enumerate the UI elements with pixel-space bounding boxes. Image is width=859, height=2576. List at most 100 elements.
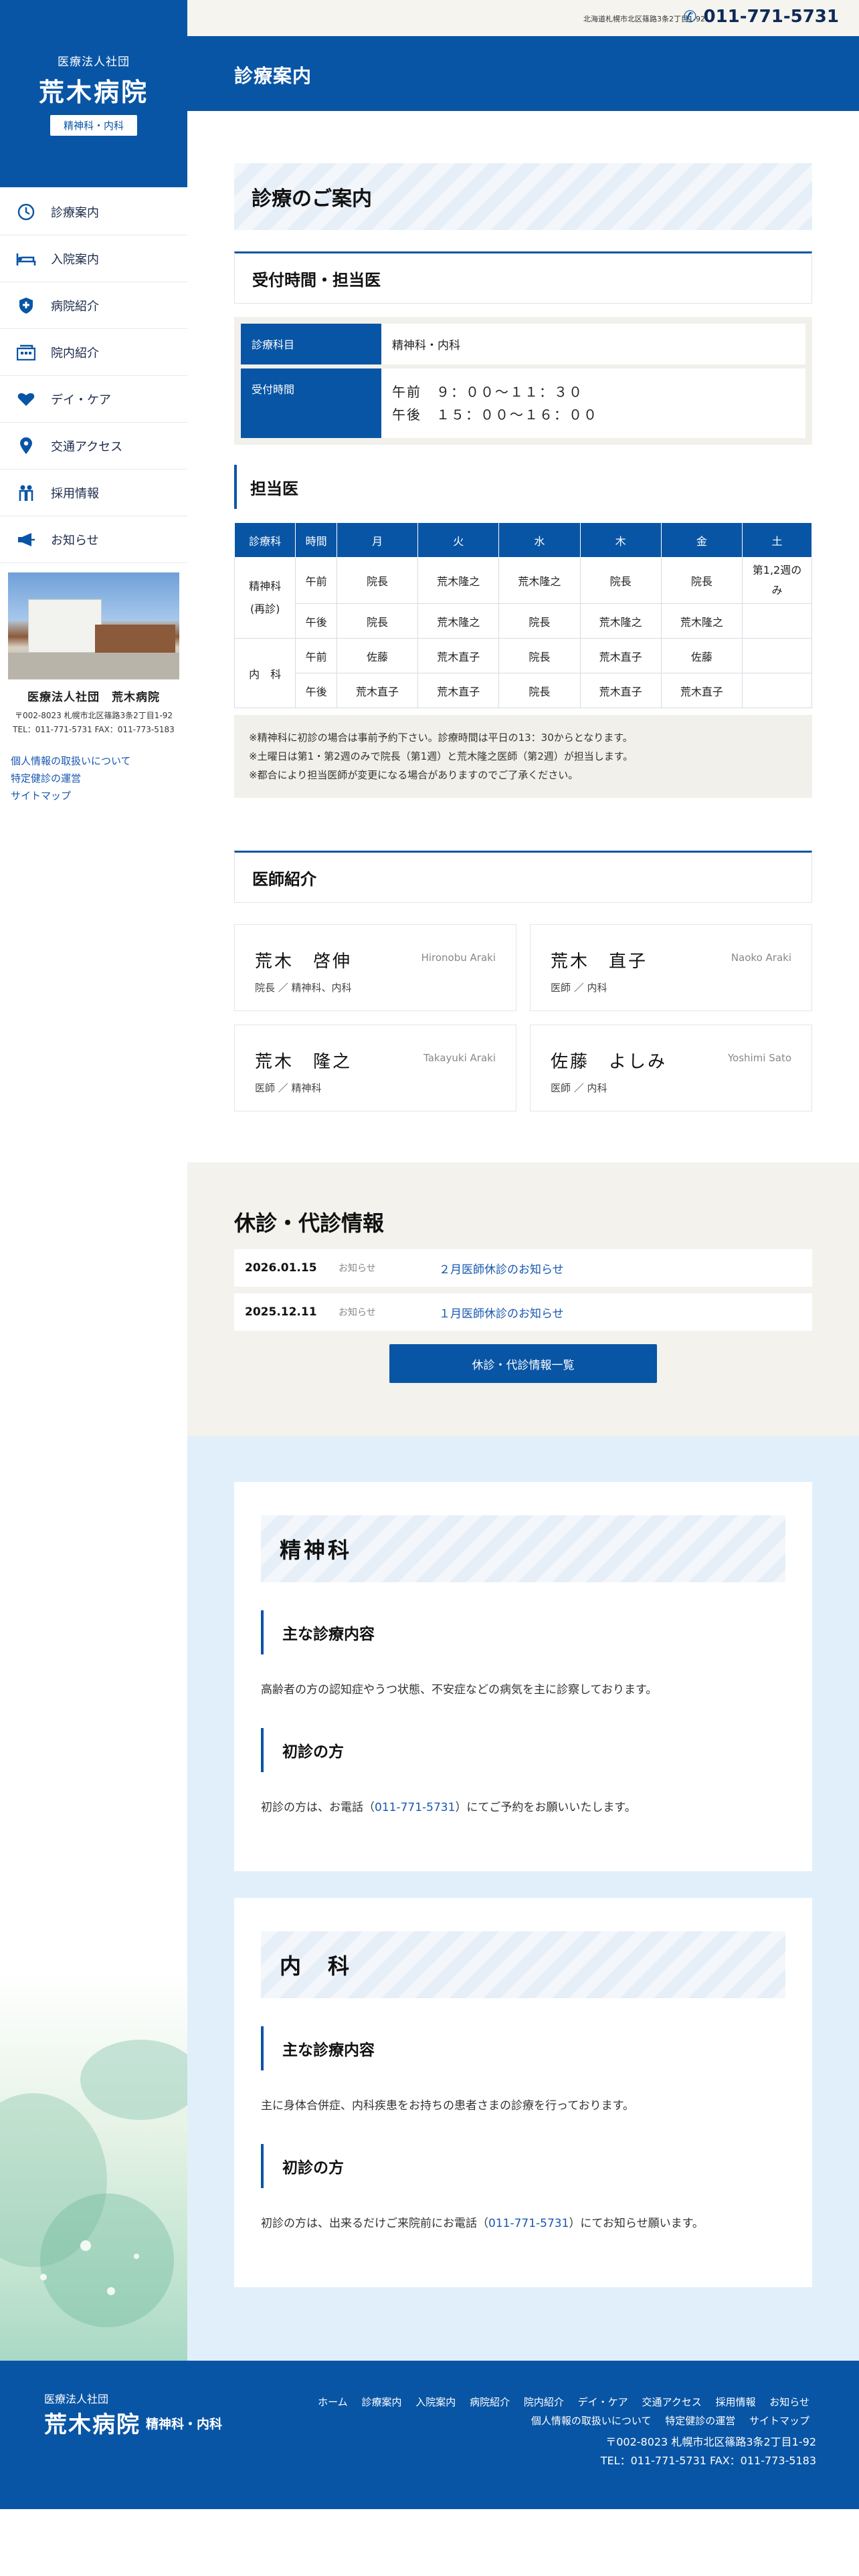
table-header-row: 診療科 時間 月 火 水 木 金 土 <box>233 522 812 558</box>
sidebar-item-news[interactable]: お知らせ <box>0 516 187 563</box>
table-row: 午後 院長 荒木隆之 院長 荒木隆之 荒木隆之 <box>235 603 812 639</box>
doctor-cell: 佐藤 <box>660 638 743 673</box>
logo-org: 医療法人社団 <box>58 56 130 69</box>
header-phone[interactable]: ✆ 011-771-5731 <box>683 7 839 27</box>
photo-building <box>28 599 102 653</box>
news-link[interactable]: ２月医師休診のお知らせ <box>439 1260 564 1277</box>
footer-link[interactable]: 採用情報 <box>716 2396 756 2408</box>
doctor-cell: 荒木直子 <box>336 673 419 708</box>
sidebar-item-label: 院内紹介 <box>51 346 99 360</box>
sidebar-item-label: 採用情報 <box>51 486 99 501</box>
sidebar-nav: 診療案内 入院案内 病院紹介 院内紹介 デイ・ケア 交通アクセス 採用情報 お知… <box>0 189 187 563</box>
text-part: 初診の方は、出来るだけご来院前にお電話（ <box>261 2217 488 2230</box>
footer-link[interactable]: 交通アクセス <box>642 2396 701 2408</box>
sidebar-address: 医療法人社団 荒木病院 〒002-8023 札幌市北区篠路3条2丁目1-92 T… <box>0 687 187 735</box>
footer-link[interactable]: 入院案内 <box>415 2396 456 2408</box>
sidebar-item-recruit[interactable]: 採用情報 <box>0 469 187 516</box>
logo-name: 荒木病院 <box>38 78 149 107</box>
footer-link[interactable]: ホーム <box>318 2396 348 2408</box>
footer-link[interactable]: サイトマップ <box>749 2415 809 2427</box>
sidebar-item-facility[interactable]: 院内紹介 <box>0 329 187 376</box>
hospital-photo <box>8 572 179 679</box>
sidebar-item-nyuin[interactable]: 入院案内 <box>0 235 187 282</box>
dept-subheading: 初診の方 <box>261 2144 785 2188</box>
news-link[interactable]: １月医師休診のお知らせ <box>439 1304 564 1321</box>
light-dot <box>134 2254 139 2259</box>
col-header: 土 <box>742 522 812 558</box>
doctor-cell: 荒木隆之 <box>417 557 500 604</box>
site-logo[interactable]: 医療法人社団 荒木病院 精神科・内科 <box>0 0 187 187</box>
tel-link[interactable]: 011-771-5731 <box>375 1801 455 1814</box>
photo-building-annex <box>95 625 175 653</box>
sidebar-item-label: 診療案内 <box>51 205 99 220</box>
footer-link[interactable]: 院内紹介 <box>524 2396 564 2408</box>
info-label: 受付時間 <box>241 368 381 438</box>
dept-card-psychiatry: 精神科 主な診療内容 高齢者の方の認知症やうつ状態、不安症などの病気を主に診察し… <box>234 1482 812 1871</box>
dept-card-internal: 内 科 主な診療内容 主に身体合併症、内科疾患をお持ちの患者さまの診療を行ってお… <box>234 1898 812 2287</box>
doctors-section: 医師紹介 荒木 啓伸 Hironobu Araki 院長 ／ 精神科、内科 荒木… <box>234 851 812 1111</box>
footer-link[interactable]: 診療案内 <box>361 2396 401 2408</box>
tel-link[interactable]: 011-771-5731 <box>488 2217 569 2230</box>
info-value: 午前 ９：００〜１１：３０ 午後 １５：００〜１６：００ <box>381 368 805 438</box>
doctor-cell <box>742 673 812 708</box>
dept-description: 高齢者の方の認知症やうつ状態、不安症などの病気を主に診察しております。 <box>261 1683 658 1697</box>
doctor-cell: 荒木直子 <box>579 673 662 708</box>
doctors-heading: 医師紹介 <box>234 851 812 903</box>
doctor-name-en: Hironobu Araki <box>421 952 496 964</box>
sidebar-links: 個人情報の取扱いについて 特定健診の運営 サイトマップ <box>11 752 187 804</box>
dept-note: (再診) <box>250 603 280 615</box>
hours-am: 午前 ９：００〜１１：３０ <box>392 384 583 400</box>
top-bar: 北海道札幌市北区篠路3条2丁目1-92 ✆ 011-771-5731 <box>187 0 859 36</box>
doctor-role: 医師 ／ 内科 <box>551 982 607 994</box>
megaphone-icon <box>16 530 36 550</box>
sidebar-item-shinryo[interactable]: 診療案内 <box>0 189 187 235</box>
news-item[interactable]: 2026.01.15 お知らせ ２月医師休診のお知らせ <box>234 1249 812 1287</box>
footer-address: 〒002-8023 札幌市北区篠路3条2丁目1-92 <box>605 2436 816 2448</box>
footer-link[interactable]: 個人情報の取扱いについて <box>531 2415 652 2427</box>
map-pin-icon <box>16 436 36 456</box>
text-part: 初診の方は、お電話（ <box>261 1801 375 1814</box>
footer-name: 荒木病院 <box>44 2411 140 2438</box>
footer-link[interactable]: お知らせ <box>769 2396 809 2408</box>
doctor-cell: 佐藤 <box>336 638 419 673</box>
clock-icon <box>16 202 36 222</box>
news-list-button[interactable]: 休診・代診情報一覧 <box>389 1344 657 1383</box>
health-check-link[interactable]: 特定健診の運営 <box>11 770 187 787</box>
hours-pm: 午後 １５：００〜１６：００ <box>392 407 598 423</box>
sidebar-item-daycare[interactable]: デイ・ケア <box>0 376 187 423</box>
footer-logo[interactable]: 医療法人社団 荒木病院 <box>44 2390 140 2439</box>
doctor-name-en: Yoshimi Sato <box>727 1052 791 1064</box>
time-cell: 午前 <box>295 557 337 604</box>
note-line: ※都合により担当医師が変更になる場合がありますのでご了承ください。 <box>249 769 579 781</box>
sidebar-item-hospital[interactable]: 病院紹介 <box>0 282 187 329</box>
sidebar-hospital-name: 医療法人社団 荒木病院 <box>27 691 160 704</box>
privacy-link[interactable]: 個人情報の取扱いについて <box>11 752 187 770</box>
col-header: 木 <box>579 522 662 558</box>
sidebar-item-label: デイ・ケア <box>51 393 111 407</box>
doctor-cell: 荒木直子 <box>417 638 500 673</box>
heart-icon <box>16 389 36 409</box>
doctor-cell: 第1,2週のみ <box>742 557 812 604</box>
doctor-card: 荒木 隆之 Takayuki Araki 医師 ／ 精神科 <box>234 1025 516 1111</box>
bed-icon <box>16 249 36 269</box>
sitemap-link[interactable]: サイトマップ <box>11 787 187 804</box>
leaf-shape <box>80 2040 187 2120</box>
doctor-schedule-table: 診療科 時間 月 火 水 木 金 土 精神科 (再診) 午前 院長 荒木隆之 荒… <box>233 522 812 708</box>
footer-link[interactable]: デイ・ケア <box>578 2396 628 2408</box>
sidebar-item-label: 入院案内 <box>51 252 99 267</box>
table-row: 午後 荒木直子 荒木直子 院長 荒木直子 荒木直子 <box>235 673 812 708</box>
schedule-notes: ※精神科に初診の場合は事前予約下さい。診療時間は平日の13：30からとなります。… <box>234 715 812 798</box>
dept-name: 精神科 <box>249 580 282 593</box>
doctor-cell: 院長 <box>498 603 581 639</box>
shield-cross-icon <box>16 296 36 316</box>
footer-link[interactable]: 特定健診の運営 <box>665 2415 735 2427</box>
page-bottom-space <box>0 2509 859 2576</box>
footer-nav-row: 個人情報の取扱いについて 特定健診の運営 サイトマップ <box>307 2411 809 2430</box>
footer-nav: ホーム 診療案内 入院案内 病院紹介 院内紹介 デイ・ケア 交通アクセス 採用情… <box>307 2393 809 2430</box>
sidebar-postal-address: 〒002-8023 札幌市北区篠路3条2丁目1-92 <box>14 711 173 720</box>
footer: 医療法人社団 荒木病院 精神科・内科 ホーム 診療案内 入院案内 病院紹介 院内… <box>0 2361 859 2509</box>
dept-title: 精神科 <box>261 1515 785 1582</box>
footer-link[interactable]: 病院紹介 <box>470 2396 510 2408</box>
sidebar-item-access[interactable]: 交通アクセス <box>0 423 187 469</box>
news-item[interactable]: 2025.12.11 お知らせ １月医師休診のお知らせ <box>234 1293 812 1331</box>
